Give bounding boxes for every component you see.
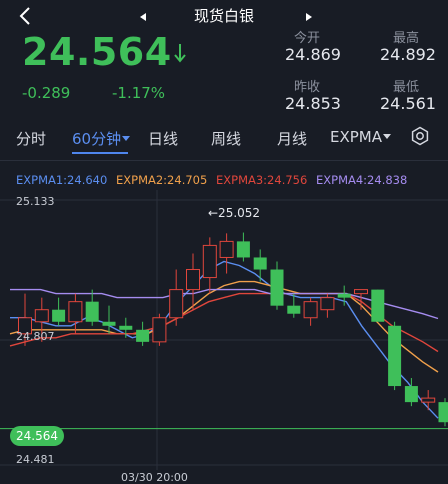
candle-body xyxy=(371,290,384,322)
expma2-legend: EXPMA2:24.705 xyxy=(116,173,207,187)
candle-body xyxy=(35,310,48,322)
candle-body xyxy=(220,241,233,257)
tab-60min[interactable]: 60分钟 xyxy=(72,128,130,149)
candle-body xyxy=(153,318,166,342)
axis-top-label: 25.133 xyxy=(16,195,55,208)
open-label: 今开 xyxy=(294,27,320,46)
candle-body xyxy=(187,270,200,290)
price-change-percent: -1.17% xyxy=(112,84,165,102)
top-bar: 现货白银 xyxy=(0,0,448,30)
candle-body xyxy=(254,257,267,269)
candle-body xyxy=(69,302,82,322)
axis-time-label: 03/30 20:00 xyxy=(121,471,188,484)
expma4-legend: EXPMA4:24.838 xyxy=(316,173,407,187)
candle xyxy=(388,322,401,390)
candle xyxy=(69,294,82,334)
candle xyxy=(119,318,132,338)
candle-body xyxy=(237,241,250,257)
candle-body xyxy=(170,290,183,318)
axis-mid-label: 24.807 xyxy=(16,330,55,343)
candle-body xyxy=(287,306,300,314)
gear-icon[interactable] xyxy=(410,126,430,146)
candle-body xyxy=(388,326,401,386)
candle xyxy=(103,306,116,334)
tab-time-share[interactable]: 分时 xyxy=(16,128,46,149)
down-arrow-icon xyxy=(173,42,187,64)
prev-close-value: 24.853 xyxy=(285,94,341,113)
high-value: 24.892 xyxy=(380,45,436,64)
low-value: 24.561 xyxy=(380,94,436,113)
candle xyxy=(86,290,99,326)
candle-body xyxy=(52,310,65,322)
candle xyxy=(170,270,183,326)
candle-body xyxy=(338,294,351,298)
candle-body xyxy=(136,330,149,342)
candle xyxy=(237,233,250,262)
candle-body xyxy=(271,270,284,306)
candle xyxy=(422,390,435,410)
candlestick-chart[interactable] xyxy=(0,190,448,482)
high-annotation: ←25.052 xyxy=(208,206,260,220)
candles xyxy=(19,233,448,430)
page-title: 现货白银 xyxy=(0,5,448,26)
candle-body xyxy=(203,245,216,277)
candle xyxy=(271,261,284,309)
candle-body xyxy=(405,386,418,402)
divider xyxy=(0,160,448,161)
current-price: 24.564 xyxy=(22,30,172,74)
candle xyxy=(338,286,351,306)
open-value: 24.869 xyxy=(285,45,341,64)
tab-indicator[interactable]: EXPMA xyxy=(330,128,391,146)
tab-daily[interactable]: 日线 xyxy=(148,128,178,149)
triangle-right-icon[interactable] xyxy=(306,13,312,21)
tab-weekly[interactable]: 周线 xyxy=(211,128,241,149)
candle xyxy=(321,294,334,318)
candle xyxy=(187,253,200,309)
candle-body xyxy=(439,402,448,422)
candle xyxy=(203,237,216,293)
last-price-tag: 24.564 xyxy=(10,426,64,446)
caret-down-icon xyxy=(122,136,130,141)
candle-body xyxy=(119,326,132,330)
candle-body xyxy=(86,302,99,322)
candle xyxy=(220,233,233,273)
candle-body xyxy=(304,302,317,318)
candle xyxy=(136,322,149,346)
candle-body xyxy=(103,322,116,326)
tab-60min-label: 60分钟 xyxy=(72,130,121,148)
candle xyxy=(52,298,65,326)
caret-down-icon xyxy=(383,134,391,139)
candle xyxy=(153,314,166,346)
high-label: 最高 xyxy=(393,27,419,46)
low-label: 最低 xyxy=(393,76,419,95)
tab-indicator-label: EXPMA xyxy=(330,128,382,146)
prev-close-label: 昨收 xyxy=(294,76,320,95)
candle xyxy=(439,398,448,426)
candle-body xyxy=(422,398,435,402)
candle xyxy=(254,249,267,281)
price-change: -0.289 xyxy=(22,84,70,102)
period-tabs: 分时 60分钟 日线 周线 月线 EXPMA xyxy=(0,118,448,158)
tab-monthly[interactable]: 月线 xyxy=(277,128,307,149)
candle xyxy=(371,290,384,322)
candle-body xyxy=(321,298,334,310)
axis-bottom-label: 24.481 xyxy=(16,453,55,466)
expma3-legend: EXPMA3:24.756 xyxy=(216,173,307,187)
active-tab-underline xyxy=(72,152,128,154)
candle xyxy=(304,298,317,326)
expma1-legend: EXPMA1:24.640 xyxy=(16,173,107,187)
candle-body xyxy=(355,290,368,294)
